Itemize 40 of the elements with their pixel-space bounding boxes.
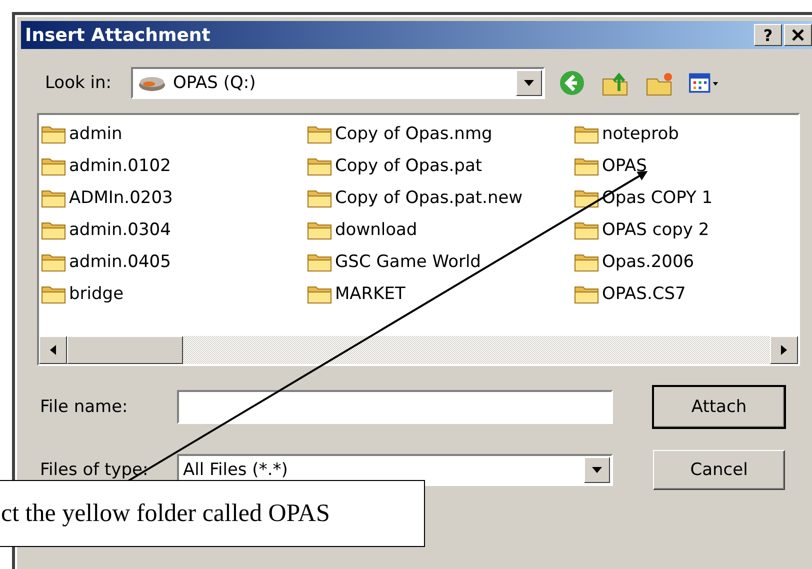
folder-item[interactable]: OPAS.CS7 [574,278,794,310]
folder-item[interactable]: OPAS copy 2 [574,214,794,246]
scroll-left-button[interactable] [39,336,67,364]
horizontal-scrollbar[interactable] [39,336,798,364]
callout-text: ct the yellow folder called OPAS [1,500,330,528]
folder-item[interactable]: noteprob [574,118,794,150]
close-icon [791,29,805,41]
folder-item[interactable]: Copy of Opas.pat.new [307,182,574,214]
folder-item[interactable]: admin.0405 [41,246,307,278]
folder-item[interactable]: admin.0102 [41,150,307,182]
cancel-button[interactable]: Cancel [653,450,785,490]
right-arrow-icon [781,345,787,355]
file-name-label: File name: [40,397,129,417]
folder-item[interactable]: OPAS [574,150,794,182]
scroll-thumb[interactable] [67,336,183,364]
dropdown-button[interactable] [516,70,542,96]
help-button[interactable]: ? [754,24,782,46]
folder-item[interactable]: download [307,214,574,246]
look-in-dropdown[interactable]: OPAS (Q:) [131,67,545,99]
folder-item[interactable]: ADMIn.0203 [41,182,307,214]
file-name-field[interactable] [177,390,613,424]
file-type-label: Files of type: [40,460,150,480]
folder-item[interactable]: bridge [41,278,307,310]
caret-icon [592,467,602,473]
folder-item[interactable]: GSC Game World [307,246,574,278]
dropdown-button[interactable] [584,457,610,483]
folder-item[interactable]: Opas COPY 1 [574,182,794,214]
folder-item[interactable]: admin.0304 [41,214,307,246]
folder-item[interactable]: admin [41,118,307,150]
folder-item[interactable]: MARKET [307,278,574,310]
folder-item[interactable]: Copy of Opas.pat [307,150,574,182]
window-title: Insert Attachment [25,24,210,46]
look-in-label: Look in: [45,73,112,93]
folder-item[interactable]: Opas.2006 [574,246,794,278]
scroll-right-button[interactable] [770,336,798,364]
caret-icon [524,80,534,86]
folder-item[interactable]: Copy of Opas.nmg [307,118,574,150]
left-arrow-icon [50,345,56,355]
attach-button[interactable]: Attach [653,386,785,428]
close-button[interactable] [784,24,812,46]
